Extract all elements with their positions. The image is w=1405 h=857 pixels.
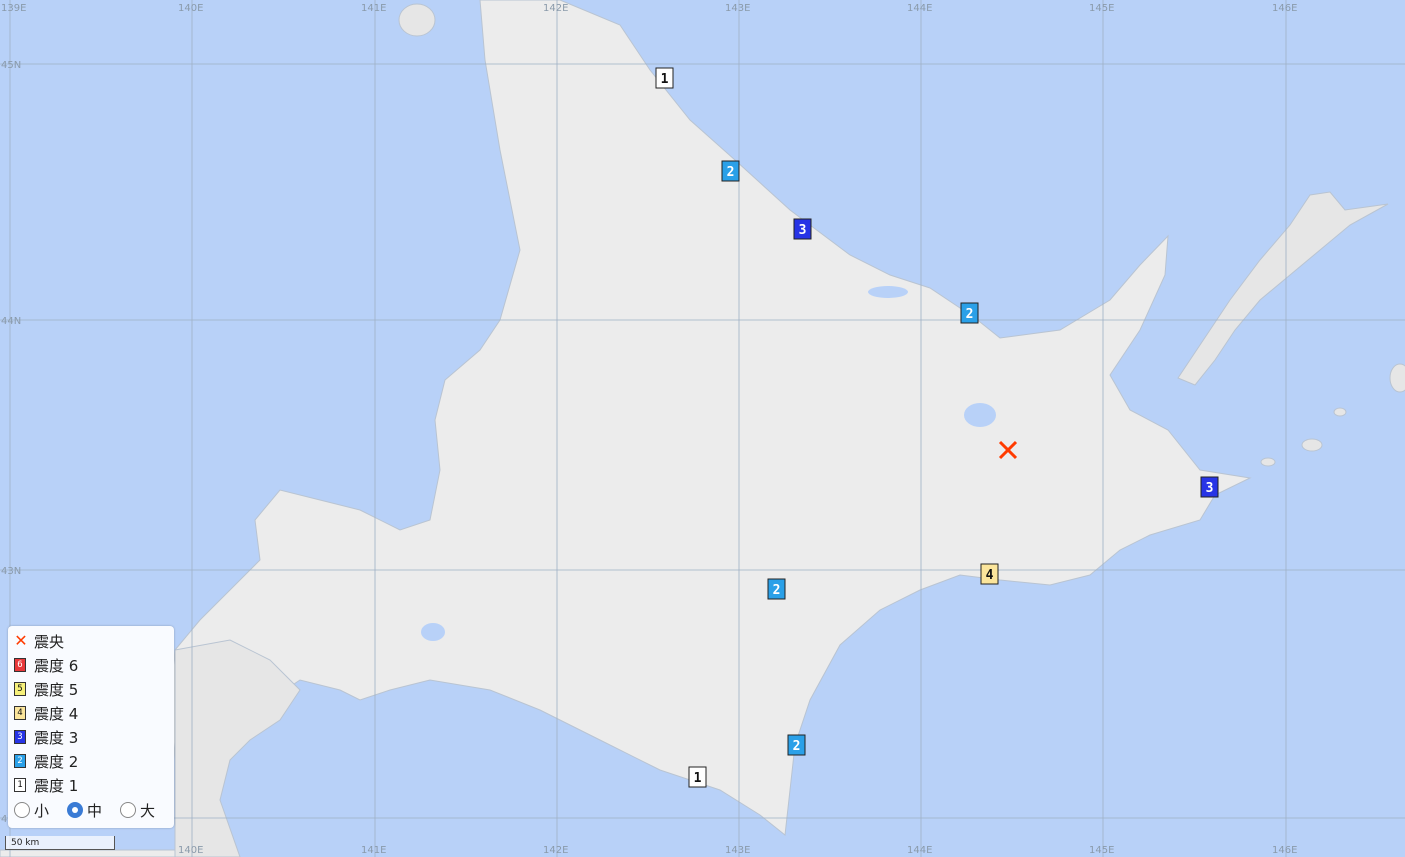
lon-label: 145E <box>1089 3 1114 14</box>
lake-saroma <box>868 286 908 298</box>
lon-label: 142E <box>543 845 568 856</box>
legend-panel: ✕ 震央 6 震度 6 5 震度 5 4 震度 4 3 震度 3 2 震度 2 … <box>8 626 174 828</box>
legend-level-label: 震度 5 <box>34 680 79 699</box>
lon-label: 146E <box>1272 3 1297 14</box>
svg-text:2: 2 <box>773 583 781 598</box>
svg-text:4: 4 <box>986 568 994 583</box>
intensity-marker-2[interactable]: 2 <box>767 578 786 600</box>
legend-epicenter: ✕ 震央 <box>8 629 174 653</box>
size-small-radio[interactable] <box>14 802 30 818</box>
lon-label: 143E <box>725 845 750 856</box>
lake-kussharo <box>964 403 996 427</box>
intensity-6-icon: 6 <box>14 658 26 672</box>
intensity-5-icon: 5 <box>14 682 26 696</box>
lon-label: 144E <box>907 3 932 14</box>
size-small-label[interactable]: 小 <box>34 800 49 821</box>
legend-level-label: 震度 2 <box>34 752 79 771</box>
svg-text:2: 2 <box>966 307 974 322</box>
intensity-marker-1[interactable]: 1 <box>688 766 707 788</box>
lon-label: 140E <box>178 3 203 14</box>
legend-level-4: 4 震度 4 <box>8 701 174 725</box>
intensity-marker-1[interactable]: 1 <box>655 67 674 89</box>
lat-label: 43N <box>1 566 21 577</box>
legend-level-label: 震度 4 <box>34 704 79 723</box>
size-medium-radio[interactable] <box>67 802 84 818</box>
scale-label: 50 km <box>11 838 40 848</box>
intensity-marker-4[interactable]: 4 <box>980 563 999 585</box>
legend-level-1: 1 震度 1 <box>8 773 174 797</box>
lake-toya <box>421 623 445 641</box>
legend-level-2: 2 震度 2 <box>8 749 174 773</box>
legend-level-label: 震度 6 <box>34 656 79 675</box>
lon-label: 141E <box>361 845 386 856</box>
size-medium-label[interactable]: 中 <box>87 800 102 821</box>
svg-text:2: 2 <box>793 739 801 754</box>
legend-level-3: 3 震度 3 <box>8 725 174 749</box>
intensity-marker-2[interactable]: 2 <box>721 160 740 182</box>
lon-label: 145E <box>1089 845 1114 856</box>
lon-label: 142E <box>543 3 568 14</box>
svg-text:1: 1 <box>694 771 702 786</box>
lon-label: 139E <box>1 3 26 14</box>
rishiri-island <box>398 3 436 37</box>
marker-size-selector: 小 中 大 <box>8 797 174 823</box>
intensity-marker-2[interactable]: 2 <box>787 734 806 756</box>
svg-text:2: 2 <box>727 165 735 180</box>
lon-label: 141E <box>361 3 386 14</box>
svg-text:3: 3 <box>799 223 807 238</box>
lat-label: 45N <box>1 60 21 71</box>
legend-level-6: 6 震度 6 <box>8 653 174 677</box>
size-large-radio[interactable] <box>120 802 137 818</box>
intensity-marker-3[interactable]: 3 <box>793 218 812 240</box>
earthquake-intensity-map[interactable]: 139E 140E 141E 142E 143E 144E 145E 146E … <box>0 0 1405 857</box>
lon-label: 144E <box>907 845 932 856</box>
legend-epicenter-label: 震央 <box>34 632 65 651</box>
legend-level-label: 震度 3 <box>34 728 79 747</box>
svg-text:3: 3 <box>1206 481 1214 496</box>
intensity-marker-2[interactable]: 2 <box>960 302 979 324</box>
legend-level-5: 5 震度 5 <box>8 677 174 701</box>
intensity-2-icon: 2 <box>14 754 26 768</box>
small-island <box>1333 407 1347 417</box>
habomai-island <box>1301 438 1323 452</box>
legend-level-label: 震度 1 <box>34 776 79 795</box>
intensity-marker-3[interactable]: 3 <box>1200 476 1219 498</box>
small-island <box>1260 457 1276 467</box>
epicenter-icon: ✕ <box>14 631 28 650</box>
lon-label: 140E <box>178 845 203 856</box>
intensity-1-icon: 1 <box>14 778 26 792</box>
lon-label: 146E <box>1272 845 1297 856</box>
intensity-3-icon: 3 <box>14 730 26 744</box>
intensity-4-icon: 4 <box>14 706 26 720</box>
svg-text:1: 1 <box>661 72 669 87</box>
lon-label: 143E <box>725 3 750 14</box>
size-large-label[interactable]: 大 <box>140 800 155 821</box>
scale-bar: 50 km <box>5 836 115 850</box>
lat-label: 44N <box>1 316 21 327</box>
